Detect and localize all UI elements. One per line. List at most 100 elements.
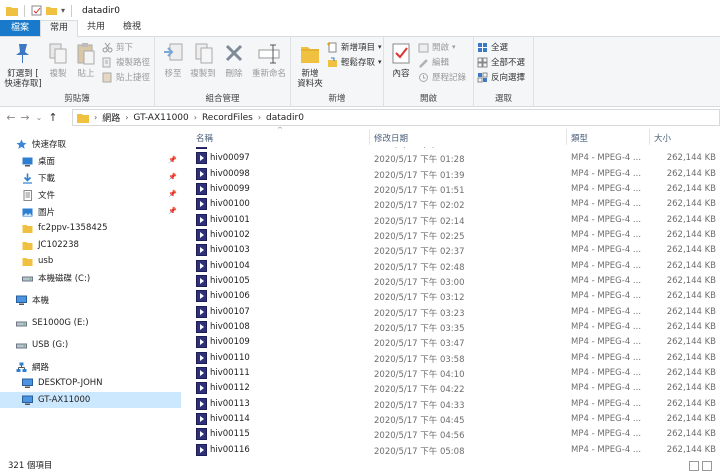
video-file-icon bbox=[196, 274, 207, 287]
pin-quick-access-button[interactable]: 釘選到 [ 快速存取] bbox=[2, 41, 44, 89]
file-row[interactable]: hiv00109 2020/5/17 下午 03:47 MP4 - MPEG-4 .… bbox=[191, 335, 720, 350]
drive-icon bbox=[16, 318, 27, 329]
sidebar-item-10[interactable]: SE1000G (E:) bbox=[0, 315, 181, 331]
large-icons-view-icon[interactable] bbox=[702, 461, 712, 471]
new-folder-quick-icon[interactable] bbox=[46, 5, 57, 16]
up-arrow-icon[interactable]: ↑ bbox=[46, 111, 60, 124]
file-row[interactable]: hiv00113 2020/5/17 下午 04:33 MP4 - MPEG-4 .… bbox=[191, 397, 720, 412]
file-row[interactable]: hiv00102 2020/5/17 下午 02:25 MP4 - MPEG-4 .… bbox=[191, 228, 720, 243]
copy-to-icon bbox=[191, 41, 215, 67]
properties-button[interactable]: 內容 bbox=[386, 41, 416, 79]
sidebar-item-4[interactable]: 圖片 📌 bbox=[0, 204, 181, 220]
rename-icon bbox=[257, 41, 281, 67]
tab-view[interactable]: 檢視 bbox=[114, 20, 150, 36]
file-size: 262,144 KB bbox=[666, 429, 716, 440]
new-folder-button[interactable]: 新增 資料夾 bbox=[293, 41, 327, 89]
properties-quick-icon[interactable] bbox=[31, 5, 42, 16]
forward-arrow-icon[interactable]: → bbox=[18, 111, 32, 124]
file-row[interactable]: hiv00110 2020/5/17 下午 03:58 MP4 - MPEG-4 .… bbox=[191, 351, 720, 366]
file-row[interactable]: hiv00112 2020/5/17 下午 04:22 MP4 - MPEG-4 .… bbox=[191, 381, 720, 396]
file-row[interactable]: hiv00098 2020/5/17 下午 01:39 MP4 - MPEG-4 .… bbox=[191, 167, 720, 182]
sidebar-item-14[interactable]: GT-AX11000 bbox=[0, 392, 181, 408]
tab-share[interactable]: 共用 bbox=[78, 20, 114, 36]
column-type[interactable]: 類型 bbox=[571, 132, 588, 144]
sidebar-item-12[interactable]: 網路 bbox=[0, 359, 181, 375]
file-name: hiv00113 bbox=[210, 398, 250, 409]
pin-icon[interactable]: 📌 bbox=[168, 190, 177, 198]
delete-button[interactable]: 刪除 bbox=[221, 41, 247, 79]
file-row[interactable]: hiv00114 2020/5/17 下午 04:45 MP4 - MPEG-4 .… bbox=[191, 412, 720, 427]
easy-access-button[interactable]: 輕鬆存取 ▾ bbox=[327, 56, 382, 68]
sidebar-item-label: 快速存取 bbox=[32, 140, 67, 150]
paste-button[interactable]: 貼上 bbox=[72, 41, 100, 79]
sidebar-item-8[interactable]: 本機磁碟 (C:) bbox=[0, 270, 181, 286]
history-button[interactable]: 歷程記錄 bbox=[418, 71, 466, 83]
tab-file[interactable]: 檔案 bbox=[0, 20, 41, 36]
file-type: MP4 - MPEG-4 ... bbox=[571, 398, 641, 409]
open-button[interactable]: 開啟 ▾ bbox=[418, 41, 456, 53]
sidebar-item-13[interactable]: DESKTOP-JOHN bbox=[0, 375, 181, 391]
copy-to-button[interactable]: 複製到 bbox=[188, 41, 218, 79]
new-item-button[interactable]: 新增項目 ▾ bbox=[327, 41, 382, 53]
sidebar-item-2[interactable]: 下載 📌 bbox=[0, 170, 181, 186]
copy-path-icon bbox=[102, 57, 113, 68]
sidebar-item-1[interactable]: 桌面 📌 bbox=[0, 153, 181, 169]
breadcrumb-recordfiles[interactable]: RecordFiles bbox=[202, 113, 253, 123]
copy-button[interactable]: 複製 bbox=[44, 41, 72, 79]
network-icon bbox=[16, 362, 27, 373]
cut-button[interactable]: 剪下 bbox=[102, 41, 133, 53]
file-row[interactable]: hiv00107 2020/5/17 下午 03:23 MP4 - MPEG-4 .… bbox=[191, 305, 720, 320]
pin-icon[interactable]: 📌 bbox=[168, 156, 177, 164]
file-date: 2020/5/17 下午 03:12 bbox=[374, 293, 465, 304]
file-row[interactable]: hiv00111 2020/5/17 下午 04:10 MP4 - MPEG-4 .… bbox=[191, 366, 720, 381]
back-arrow-icon[interactable]: ← bbox=[4, 111, 18, 124]
copy-path-button[interactable]: 複製路徑 bbox=[102, 56, 150, 68]
file-row[interactable]: hiv00116 2020/5/17 下午 05:08 MP4 - MPEG-4 .… bbox=[191, 443, 720, 458]
column-date[interactable]: 修改日期 bbox=[374, 132, 408, 144]
quick-access-dropdown-icon[interactable]: ▾ bbox=[61, 6, 65, 15]
sidebar-item-9[interactable]: 本機 bbox=[0, 292, 181, 308]
pin-icon[interactable]: 📌 bbox=[168, 207, 177, 215]
history-icon bbox=[418, 72, 429, 83]
recent-locations-chevron-icon[interactable]: ⌄ bbox=[32, 113, 46, 122]
file-row[interactable]: hiv00100 2020/5/17 下午 02:02 MP4 - MPEG-4 .… bbox=[191, 197, 720, 212]
file-row[interactable]: hiv00101 2020/5/17 下午 02:14 MP4 - MPEG-4 .… bbox=[191, 213, 720, 228]
sidebar-item-label: usb bbox=[38, 256, 54, 266]
file-type: MP4 - MPEG-4 ... bbox=[571, 429, 641, 440]
file-name: hiv00106 bbox=[210, 291, 250, 302]
breadcrumb-router[interactable]: GT-AX11000 bbox=[133, 113, 188, 123]
file-row[interactable]: hiv00105 2020/5/17 下午 03:00 MP4 - MPEG-4 .… bbox=[191, 274, 720, 289]
file-row[interactable]: hiv00115 2020/5/17 下午 04:56 MP4 - MPEG-4 .… bbox=[191, 427, 720, 442]
breadcrumb-network[interactable]: 網路 bbox=[102, 111, 120, 124]
file-date: 2020/5/17 下午 04:22 bbox=[374, 385, 465, 396]
rename-button[interactable]: 重新命名 bbox=[249, 41, 289, 79]
file-size: 262,144 KB bbox=[666, 229, 716, 240]
file-row[interactable]: hiv00108 2020/5/17 下午 03:35 MP4 - MPEG-4 .… bbox=[191, 320, 720, 335]
paste-shortcut-button[interactable]: 貼上捷徑 bbox=[102, 71, 150, 83]
pin-icon[interactable]: 📌 bbox=[168, 173, 177, 181]
file-row[interactable]: hiv00106 2020/5/17 下午 03:12 MP4 - MPEG-4 .… bbox=[191, 289, 720, 304]
sidebar-item-7[interactable]: usb bbox=[0, 253, 181, 269]
sidebar-item-3[interactable]: 文件 📌 bbox=[0, 187, 181, 203]
sidebar-item-0[interactable]: 快速存取 bbox=[0, 136, 181, 152]
move-to-button[interactable]: 移至 bbox=[158, 41, 188, 79]
file-row[interactable]: hiv00104 2020/5/17 下午 02:48 MP4 - MPEG-4 .… bbox=[191, 259, 720, 274]
tab-home[interactable]: 常用 bbox=[40, 20, 79, 37]
sidebar-item-6[interactable]: JC102238 bbox=[0, 237, 181, 253]
address-box[interactable]: › 網路 › GT-AX11000 › RecordFiles › datadi… bbox=[72, 109, 720, 126]
select-all-button[interactable]: 全選 bbox=[477, 41, 508, 53]
breadcrumb-datadir[interactable]: datadir0 bbox=[266, 113, 304, 123]
column-name[interactable]: 名稱 bbox=[196, 132, 213, 144]
video-file-icon bbox=[196, 198, 207, 211]
file-row[interactable]: hiv00103 2020/5/17 下午 02:37 MP4 - MPEG-4 .… bbox=[191, 243, 720, 258]
file-row[interactable]: hiv00099 2020/5/17 下午 01:51 MP4 - MPEG-4 .… bbox=[191, 182, 720, 197]
sidebar-item-11[interactable]: USB (G:) bbox=[0, 337, 181, 353]
column-size[interactable]: 大小 bbox=[654, 132, 671, 144]
edit-button[interactable]: 編輯 bbox=[418, 56, 449, 68]
details-view-icon[interactable] bbox=[689, 461, 699, 471]
select-none-button[interactable]: 全部不選 bbox=[477, 56, 525, 68]
file-row[interactable]: hiv00097 2020/5/17 下午 01:28 MP4 - MPEG-4 .… bbox=[191, 151, 720, 166]
crumb-separator: › bbox=[125, 113, 129, 122]
invert-selection-button[interactable]: 反向選擇 bbox=[477, 71, 525, 83]
sidebar-item-5[interactable]: fc2ppv-1358425 bbox=[0, 220, 181, 236]
